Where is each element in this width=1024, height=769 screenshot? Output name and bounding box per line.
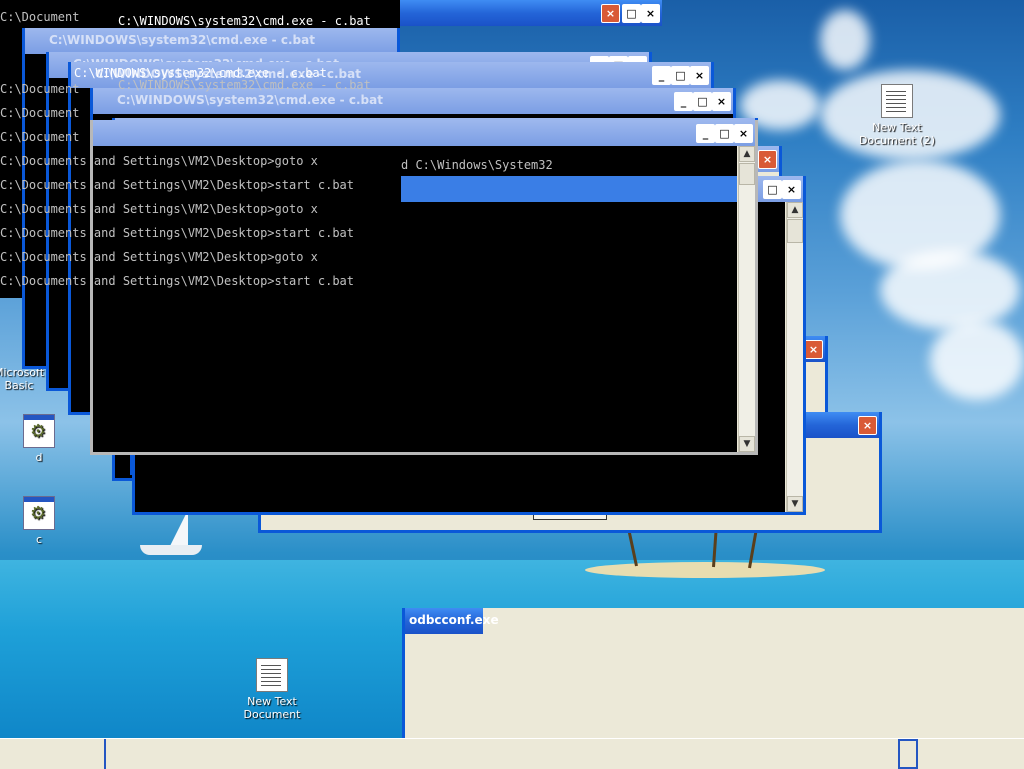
- scroll-thumb[interactable]: [787, 219, 803, 243]
- island: [585, 562, 825, 578]
- taskbar-divider: [104, 739, 106, 769]
- close-button[interactable]: ×: [782, 180, 801, 199]
- taskbar: [0, 738, 1024, 769]
- close-button[interactable]: ×: [734, 124, 753, 143]
- console-line: C:\Documents and Settings\VM2\Desktop>go…: [0, 202, 318, 216]
- console-line: C:\Documents and Settings\VM2\Desktop>go…: [0, 250, 318, 264]
- maximize-button[interactable]: □: [622, 4, 641, 23]
- maximize-button[interactable]: □: [693, 92, 712, 111]
- desktop-icon-c-bat[interactable]: c: [0, 496, 84, 546]
- desktop-icon-d-bat[interactable]: d: [0, 414, 84, 464]
- text-document-icon: [256, 658, 288, 692]
- close-button[interactable]: ×: [804, 340, 823, 359]
- vertical-scrollbar[interactable]: ▲ ▼: [786, 202, 803, 512]
- maximize-button[interactable]: □: [763, 180, 782, 199]
- console-line: C:\Documents and Settings\VM2\Desktop>go…: [0, 154, 318, 168]
- minimize-button[interactable]: _: [652, 66, 671, 85]
- console-line: C:\Documents and Settings\VM2\Desktop>st…: [0, 226, 355, 240]
- desktop-icon-new-text-document-2[interactable]: New Text Document (2): [852, 84, 942, 147]
- batch-file-icon: [23, 414, 55, 448]
- vertical-scrollbar[interactable]: ▲ ▼: [738, 146, 755, 452]
- sailboat: [170, 510, 188, 546]
- minimize-button[interactable]: _: [696, 124, 715, 143]
- close-button[interactable]: ×: [690, 66, 709, 85]
- scroll-down-button[interactable]: ▼: [787, 496, 803, 512]
- cmd-window-top[interactable]: × □ ×: [92, 0, 662, 30]
- odbcconf-window[interactable]: odbcconf.exe: [402, 608, 1024, 741]
- desktop-icon-new-text-document[interactable]: New Text Document: [227, 658, 317, 721]
- scroll-thumb[interactable]: [739, 163, 755, 185]
- console-text-overlay: C:\Document C:\Document C:\Document C:\D…: [0, 10, 371, 288]
- close-button[interactable]: ×: [641, 4, 660, 23]
- console-line: C:\Documents and Settings\VM2\Desktop>st…: [0, 178, 355, 192]
- close-button[interactable]: ×: [858, 416, 877, 435]
- minimize-button[interactable]: _: [674, 92, 693, 111]
- scroll-up-button[interactable]: ▲: [739, 146, 755, 162]
- close-button[interactable]: ×: [601, 4, 620, 23]
- batch-file-icon: [23, 496, 55, 530]
- window-title: odbcconf.exe: [409, 613, 499, 627]
- console-text: d C:\Windows\System32: [401, 158, 553, 172]
- text-document-icon: [881, 84, 913, 118]
- maximize-button[interactable]: □: [671, 66, 690, 85]
- title-bar: [401, 176, 737, 202]
- console-line: C:\Documents and Settings\VM2\Desktop>st…: [0, 274, 355, 288]
- scroll-up-button[interactable]: ▲: [787, 202, 803, 218]
- title-bar: odbcconf.exe: [405, 608, 499, 634]
- close-button[interactable]: ×: [758, 150, 777, 169]
- close-button[interactable]: ×: [712, 92, 731, 111]
- maximize-button[interactable]: □: [715, 124, 734, 143]
- taskbar-button[interactable]: [898, 739, 918, 769]
- scroll-down-button[interactable]: ▼: [739, 436, 755, 452]
